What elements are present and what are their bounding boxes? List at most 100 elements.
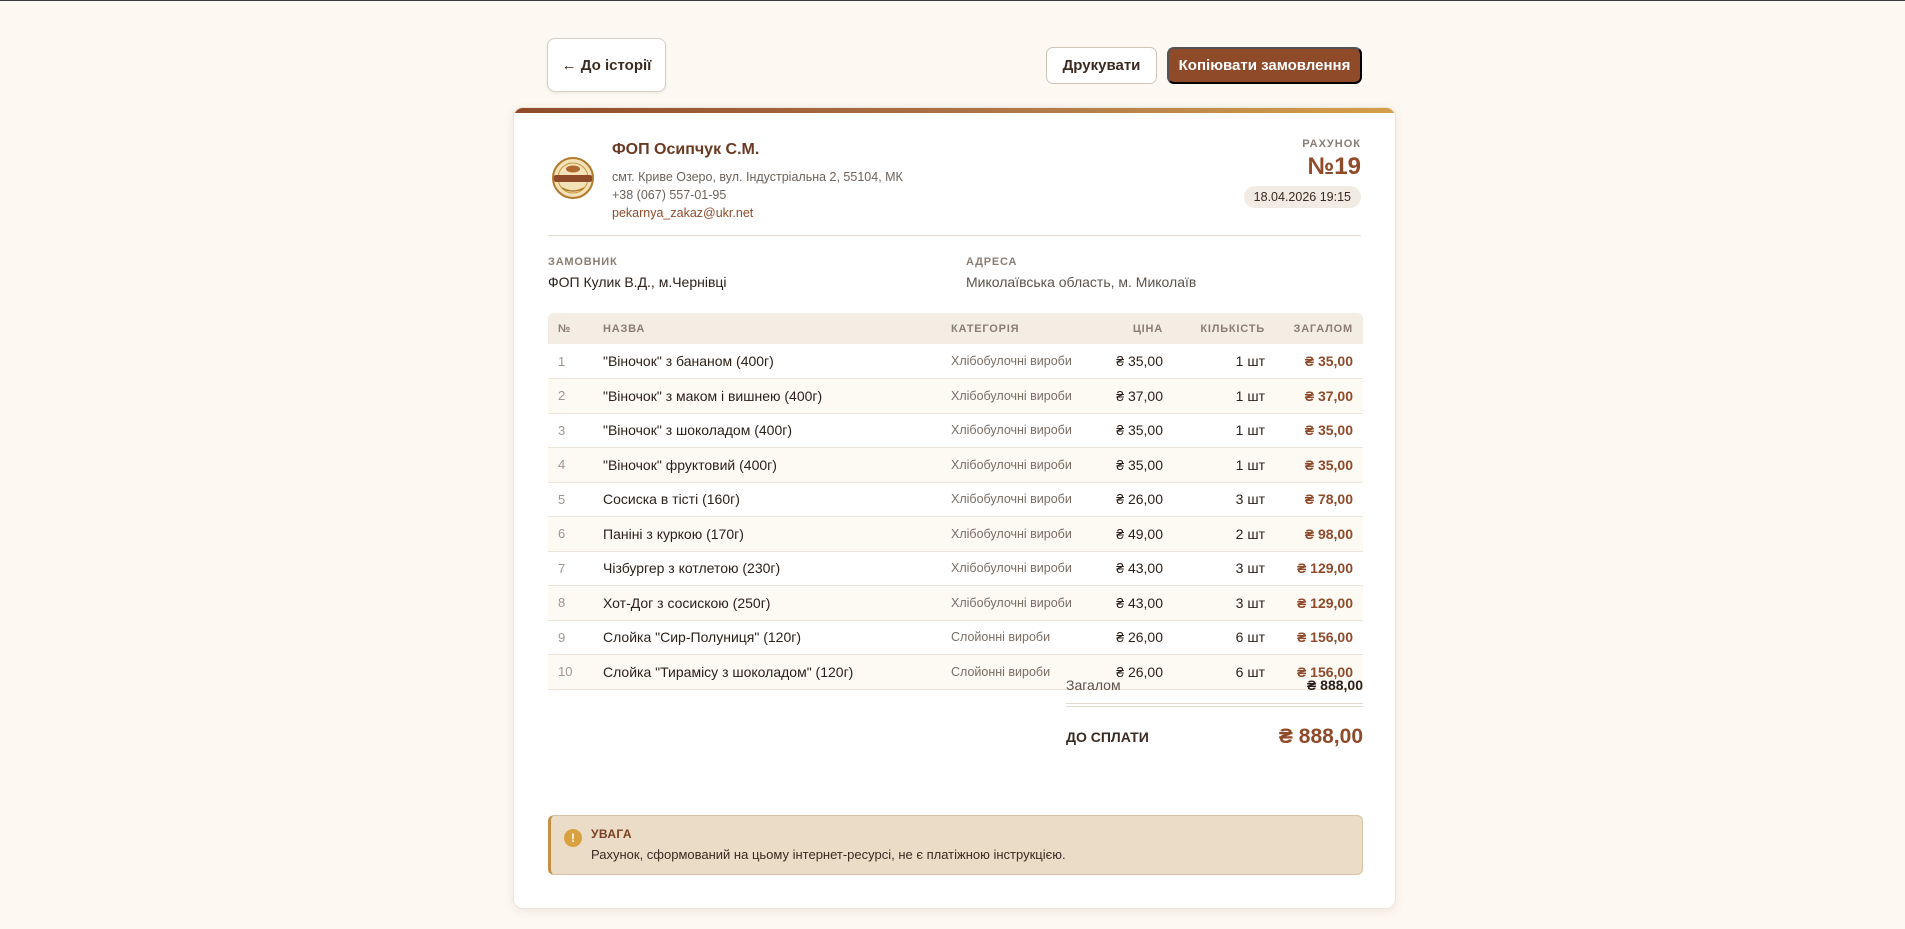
toolbar: ← До історії Друкувати Копіювати замовле… [547,38,1362,93]
cell-name: Слойка "Тирамісу з шоколадом" (120г) [593,654,941,690]
cell-total: ₴ 98,00 [1275,516,1363,552]
cell-price: ₴ 37,00 [1091,378,1173,414]
cell-price: ₴ 43,00 [1091,585,1173,621]
print-button[interactable]: Друкувати [1046,47,1157,84]
header-qty: КІЛЬКІСТЬ [1200,322,1265,335]
cell-category: Хлібобулочні вироби [941,344,1091,379]
cell-price: ₴ 35,00 [1091,413,1173,448]
cell-num: 3 [548,413,593,448]
cell-category: Хлібобулочні вироби [941,447,1091,483]
table-row: 5 Сосиска в тісті (160г) Хлібобулочні виро… [548,482,1363,517]
cell-name: Чізбургер з котлетою (230г) [593,551,941,586]
cell-price: ₴ 26,00 [1091,620,1173,655]
table-row: 2 "Віночок" з маком і вишнею (400г) Хлібоб… [548,378,1363,414]
cell-total: ₴ 35,00 [1275,447,1363,483]
customer-value: ФОП Кулик В.Д., м.Чернівці [548,274,727,290]
seller-address: смт. Криве Озеро, вул. Індустріальна 2, … [612,170,903,184]
cell-num: 5 [548,482,593,517]
cell-name: Хот-Дог з сосискою (250г) [593,585,941,621]
warning-title: УВАГА [591,827,632,841]
table-row: 9 Слойка "Сир-Полуниця" (120г) Слойонні ви… [548,620,1363,655]
cell-num: 1 [548,344,593,379]
cell-total: ₴ 129,00 [1275,551,1363,586]
cell-total: ₴ 78,00 [1275,482,1363,517]
cell-name: "Віночок" фруктовий (400г) [593,447,941,483]
cell-price: ₴ 26,00 [1091,482,1173,517]
cell-name: Сосиска в тісті (160г) [593,482,941,517]
cell-price: ₴ 43,00 [1091,551,1173,586]
invoice-card: ФОП Осипчук С.М. смт. Криве Озеро, вул. … [513,107,1396,909]
seller-info: ФОП Осипчук С.М. смт. Криве Озеро, вул. … [612,141,903,222]
cell-qty: 1 шт [1173,378,1275,414]
customer-label: ЗАМОВНИК [548,256,618,268]
cell-category: Хлібобулочні вироби [941,378,1091,414]
cell-num: 6 [548,516,593,552]
cell-category: Слойонні вироби [941,620,1091,655]
amount-due-value: ₴ 888,00 [1278,725,1363,748]
cell-total: ₴ 37,00 [1275,378,1363,414]
totals-divider [1066,703,1363,707]
table-row: 8 Хот-Дог з сосискою (250г) Хлібобулочні в… [548,585,1363,621]
header-divider [548,235,1361,236]
header-price: ЦІНА [1132,322,1163,335]
warning-notice: ! УВАГА Рахунок, сформований на цьому ін… [548,815,1363,875]
table-header-row: № НАЗВА КАТЕГОРІЯ ЦІНА КІЛЬКІСТЬ ЗАГАЛОМ [548,313,1363,344]
cell-category: Хлібобулочні вироби [941,413,1091,448]
warning-icon: ! [564,829,582,847]
card-accent-bar [514,108,1395,113]
cell-qty: 3 шт [1173,585,1275,621]
cell-total: ₴ 156,00 [1275,620,1363,655]
cell-total: ₴ 35,00 [1275,344,1363,379]
table-row: 7 Чізбургер з котлетою (230г) Хлібобулочні… [548,551,1363,586]
cell-price: ₴ 35,00 [1091,447,1173,483]
header-total: ЗАГАЛОМ [1293,322,1353,335]
cell-qty: 1 шт [1173,413,1275,448]
subtotal-value: ₴ 888,00 [1306,677,1363,693]
seller-name: ФОП Осипчук С.М. [612,141,760,158]
cell-total: ₴ 129,00 [1275,585,1363,621]
cell-num: 8 [548,585,593,621]
cell-num: 4 [548,447,593,483]
items-table: № НАЗВА КАТЕГОРІЯ ЦІНА КІЛЬКІСТЬ ЗАГАЛОМ… [548,313,1363,690]
table-row: 1 "Віночок" з бананом (400г) Хлібобулочні … [548,344,1363,379]
invoice-number: №19 [1307,153,1361,180]
address-block: АДРЕСА Миколаївська область, м. Миколаїв [966,256,1196,290]
amount-due-label: ДО СПЛАТИ [1066,729,1149,745]
cell-name: "Віночок" з маком і вишнею (400г) [593,378,941,414]
cell-qty: 3 шт [1173,551,1275,586]
cell-num: 10 [548,654,593,690]
address-label: АДРЕСА [966,256,1018,268]
cell-name: Паніні з куркою (170г) [593,516,941,552]
cell-name: "Віночок" з шоколадом (400г) [593,413,941,448]
cell-num: 7 [548,551,593,586]
cell-category: Хлібобулочні вироби [941,585,1091,621]
cell-price: ₴ 49,00 [1091,516,1173,552]
table-row: 6 Паніні з куркою (170г) Хлібобулочні виро… [548,516,1363,552]
subtotal-label: Загалом [1066,677,1121,693]
header-name: НАЗВА [603,322,646,335]
cell-total: ₴ 35,00 [1275,413,1363,448]
cell-category: Хлібобулочні вироби [941,482,1091,517]
warning-text: Рахунок, сформований на цьому інтернет-р… [591,847,1066,862]
cell-num: 9 [548,620,593,655]
header-num: № [558,322,572,335]
cell-qty: 3 шт [1173,482,1275,517]
invoice-label: РАХУНОК [1302,138,1361,150]
seller-phone: +38 (067) 557-01-95 [612,188,727,202]
cell-category: Хлібобулочні вироби [941,551,1091,586]
seller-email-link[interactable]: pekarnya_zakaz@ukr.net [612,204,903,222]
copy-order-button[interactable]: Копіювати замовлення [1167,47,1362,84]
cell-qty: 1 шт [1173,344,1275,379]
cell-qty: 2 шт [1173,516,1275,552]
cell-price: ₴ 35,00 [1091,344,1173,379]
cell-category: Хлібобулочні вироби [941,516,1091,552]
table-row: 4 "Віночок" фруктовий (400г) Хлібобулочні … [548,447,1363,483]
address-value: Миколаївська область, м. Миколаїв [966,274,1197,290]
table-row: 3 "Віночок" з шоколадом (400г) Хлібобулочн… [548,413,1363,448]
totals-block: Загалом ₴ 888,00 ДО СПЛАТИ ₴ 888,00 [1066,673,1363,749]
back-to-history-button[interactable]: ← До історії [547,38,666,92]
cell-num: 2 [548,378,593,414]
header-category: КАТЕГОРІЯ [951,322,1020,335]
invoice-meta: РАХУНОК №19 18.04.2026 19:15 [1243,138,1361,208]
cell-qty: 1 шт [1173,447,1275,483]
